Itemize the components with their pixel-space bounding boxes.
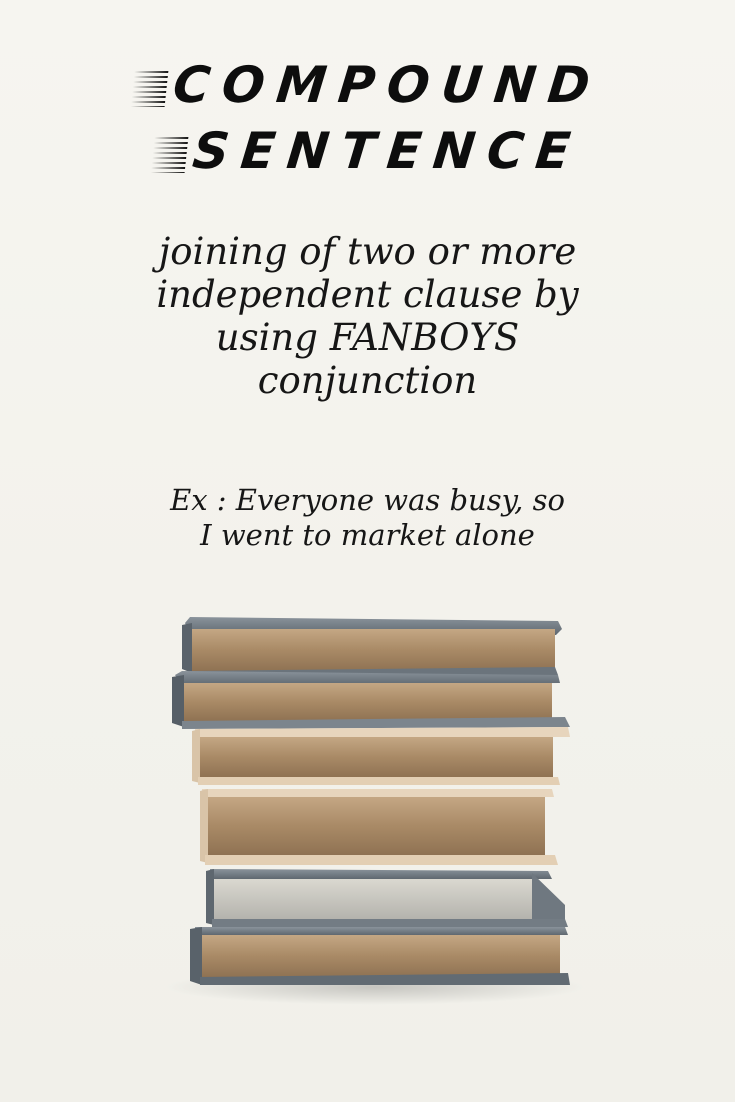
example-line: Ex : Everyone was busy, so bbox=[170, 483, 565, 517]
book-1 bbox=[182, 617, 562, 677]
book-6 bbox=[190, 927, 570, 985]
definition-line: conjunction bbox=[257, 359, 478, 402]
definition-line: joining of two or more bbox=[158, 230, 577, 273]
book-4 bbox=[200, 789, 558, 865]
example-line: I went to market alone bbox=[200, 518, 535, 552]
definition-line: independent clause by bbox=[156, 273, 579, 316]
poster: COMPOUND SENTENCE joining of two or more… bbox=[0, 0, 735, 1102]
book-3 bbox=[192, 727, 570, 785]
definition-line: using FANBOYS bbox=[215, 316, 520, 359]
definition-text: joining of two or more independent claus… bbox=[95, 230, 640, 402]
title-line-sentence: SENTENCE bbox=[0, 122, 735, 180]
example-text: Ex : Everyone was busy, so I went to mar… bbox=[95, 483, 640, 553]
speed-lines-decoration bbox=[150, 136, 189, 173]
speed-lines-decoration bbox=[131, 70, 169, 107]
title-line-compound: COMPOUND bbox=[0, 56, 735, 114]
title-text-1: COMPOUND bbox=[170, 56, 605, 114]
stack-of-books-icon bbox=[165, 617, 585, 1005]
title-text-2: SENTENCE bbox=[189, 122, 586, 180]
book-2 bbox=[172, 671, 570, 729]
book-5 bbox=[206, 869, 568, 927]
